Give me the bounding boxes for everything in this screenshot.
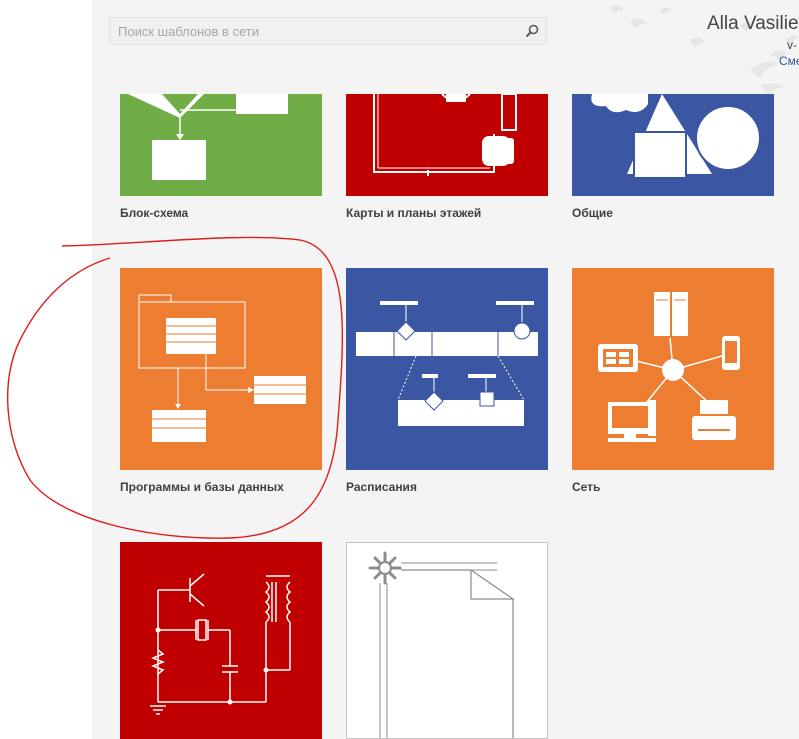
template-electrical[interactable]	[120, 542, 322, 739]
network-thumbnail	[572, 268, 774, 470]
switch-account-link[interactable]: Сме	[779, 54, 799, 68]
flowchart-preview-icon	[128, 94, 288, 180]
template-label: Блок-схема	[120, 206, 189, 220]
electrical-thumbnail	[120, 542, 322, 739]
left-margin	[0, 0, 92, 739]
template-blank-drawing[interactable]	[346, 542, 548, 739]
template-search-input[interactable]	[110, 18, 518, 44]
template-general[interactable]: Общие	[572, 94, 774, 222]
general-thumbnail	[572, 94, 774, 196]
uml-diagram-preview-icon	[138, 294, 306, 442]
general-shapes-preview-icon	[591, 94, 761, 179]
template-label: Расписания	[346, 480, 417, 494]
template-label: Программы и базы данных	[120, 480, 284, 494]
software-databases-thumbnail	[120, 268, 322, 470]
template-flowchart[interactable]: Блок-схема	[120, 94, 322, 222]
template-maps-floor-plans[interactable]: Карты и планы этажей	[346, 94, 548, 222]
template-label: Общие	[572, 206, 613, 220]
template-label: Сеть	[572, 480, 601, 494]
floor-plan-preview-icon	[373, 94, 517, 176]
network-preview-icon	[598, 292, 740, 442]
timeline-preview-icon	[356, 301, 538, 426]
user-name: Alla Vasiliev	[707, 13, 799, 34]
template-schedules[interactable]: Расписания	[346, 268, 548, 496]
template-software-databases[interactable]: Программы и базы данных	[120, 268, 322, 496]
blank-drawing-thumbnail	[346, 542, 548, 739]
floor-plan-thumbnail	[346, 94, 548, 196]
user-email: v-	[787, 38, 797, 52]
circuit-preview-icon	[150, 573, 292, 715]
template-network[interactable]: Сеть	[572, 268, 774, 496]
template-label: Карты и планы этажей	[346, 206, 482, 220]
flowchart-thumbnail	[120, 94, 322, 196]
search-icon[interactable]	[518, 18, 546, 44]
blank-page-starburst-icon	[368, 551, 515, 738]
template-search-box	[109, 17, 547, 45]
schedules-thumbnail	[346, 268, 548, 470]
